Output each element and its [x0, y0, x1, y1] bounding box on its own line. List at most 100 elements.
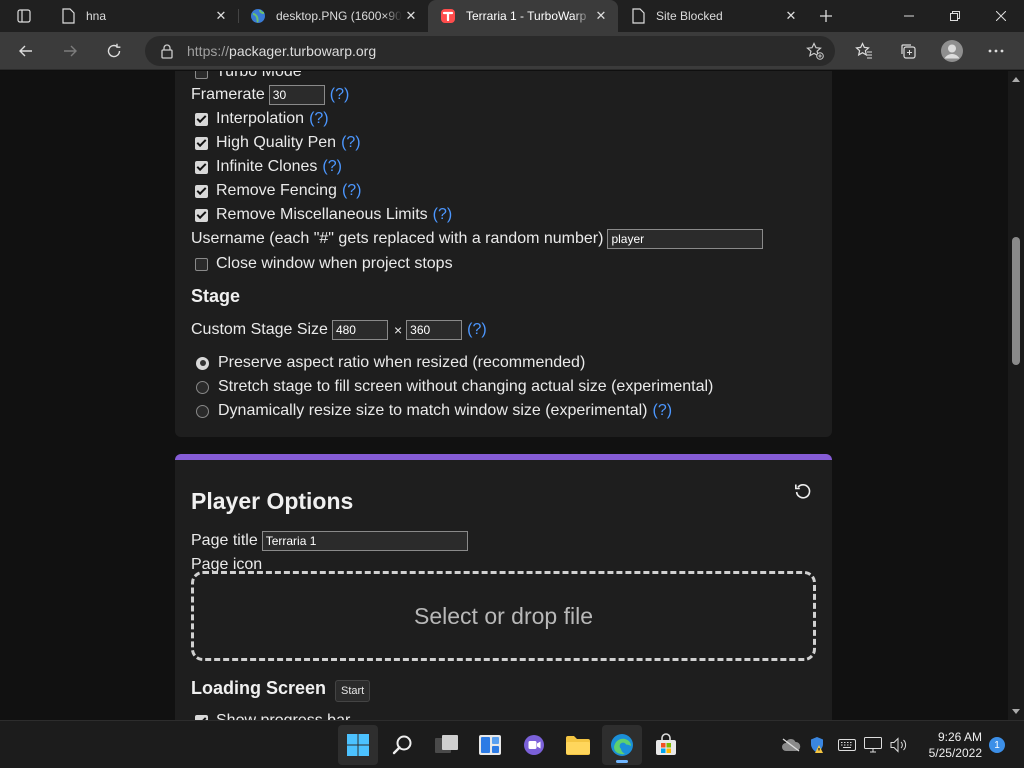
framerate-label: Framerate: [191, 86, 265, 103]
globe-icon: [250, 8, 266, 24]
profile-button[interactable]: [930, 35, 974, 67]
high-quality-pen-checkbox[interactable]: [195, 136, 208, 150]
remove-misc-limits-checkbox[interactable]: [195, 208, 208, 222]
option-label: Remove Miscellaneous Limits: [216, 206, 428, 223]
network-icon[interactable]: [861, 733, 885, 757]
avatar-icon: [941, 40, 963, 62]
settings-menu-button[interactable]: [974, 35, 1018, 67]
tab-hna[interactable]: hna ✕: [48, 0, 238, 32]
framerate-input[interactable]: [268, 85, 325, 105]
page-scrollbar[interactable]: [1008, 71, 1024, 720]
start-tooltip: Start: [335, 680, 371, 702]
help-link[interactable]: (?): [652, 402, 672, 420]
collections-button[interactable]: [886, 35, 930, 67]
file-explorer-button[interactable]: [558, 725, 598, 765]
custom-stage-size-label: Custom Stage Size: [191, 321, 328, 338]
turbo-mode-label: Turbo Mode: [216, 71, 302, 80]
tab-actions-button[interactable]: [0, 0, 48, 32]
close-window-checkbox[interactable]: [195, 257, 208, 271]
tab-site-blocked[interactable]: Site Blocked ✕: [618, 0, 808, 32]
help-link[interactable]: (?): [342, 182, 362, 200]
close-tab-button[interactable]: ✕: [592, 7, 610, 25]
show-progress-row: Show progress bar: [191, 712, 350, 720]
stretch-radio[interactable]: [196, 380, 209, 394]
option-row-remove-fencing: Remove Fencing (?): [191, 182, 362, 200]
tab-actions-icon: [17, 9, 31, 23]
help-link[interactable]: (?): [433, 206, 453, 224]
cloud-offline-icon[interactable]: [779, 733, 803, 757]
start-button[interactable]: [338, 725, 378, 765]
preserve-aspect-radio[interactable]: [196, 356, 209, 370]
reset-button[interactable]: [792, 480, 814, 502]
page-icon-dropzone[interactable]: Select or drop file: [191, 571, 816, 661]
close-icon: [996, 11, 1006, 21]
scroll-up-arrow-icon[interactable]: [1012, 77, 1020, 82]
page-title-input[interactable]: [261, 531, 468, 551]
teams-chat-button[interactable]: [514, 725, 554, 765]
new-tab-button[interactable]: [808, 0, 844, 32]
minimize-button[interactable]: [886, 0, 932, 32]
tab-desktop-png[interactable]: desktop.PNG (1600×900) ✕: [238, 0, 428, 32]
task-view-button[interactable]: [427, 725, 467, 765]
add-favorite-icon[interactable]: [805, 41, 825, 61]
tab-terraria-turbowarp[interactable]: Terraria 1 - TurboWarp ✕: [428, 0, 618, 32]
edge-taskbar-button[interactable]: [602, 725, 642, 765]
keyboard-icon[interactable]: [835, 733, 859, 757]
restore-icon: [950, 11, 960, 21]
close-window-button[interactable]: [978, 0, 1024, 32]
help-link[interactable]: (?): [322, 158, 342, 176]
page-title-row: Page title: [191, 531, 468, 551]
close-tab-button[interactable]: ✕: [782, 7, 800, 25]
plus-icon: [820, 10, 832, 22]
page-icon: [60, 8, 76, 24]
task-view-icon: [435, 735, 458, 753]
close-tab-button[interactable]: ✕: [402, 7, 420, 25]
search-button[interactable]: [383, 725, 423, 765]
custom-stage-size-row: Custom Stage Size × (?): [191, 320, 487, 340]
taskbar-clock[interactable]: 9:26 AM 5/25/2022: [929, 729, 982, 761]
volume-icon[interactable]: [887, 733, 911, 757]
lock-icon[interactable]: [159, 43, 175, 59]
help-link[interactable]: (?): [309, 110, 329, 128]
option-row-infinite-clones: Infinite Clones (?): [191, 158, 342, 176]
scroll-thumb[interactable]: [1012, 237, 1020, 365]
store-button[interactable]: [646, 725, 686, 765]
radio-label: Preserve aspect ratio when resized (reco…: [218, 354, 586, 371]
search-icon: [392, 735, 412, 755]
restore-button[interactable]: [932, 0, 978, 32]
stage-size-help-link[interactable]: (?): [467, 321, 487, 339]
runtime-options-card: Turbo Mode Framerate (?) Interpolation (…: [175, 71, 832, 437]
close-tab-button[interactable]: ✕: [212, 7, 230, 25]
player-options-card: Player Options Page title Page icon Sele…: [175, 454, 832, 720]
remove-fencing-checkbox[interactable]: [195, 184, 208, 198]
address-bar[interactable]: https://packager.turbowarp.org: [145, 36, 835, 66]
framerate-help-link[interactable]: (?): [330, 86, 350, 104]
windows-logo-icon: [347, 734, 369, 756]
interpolation-checkbox[interactable]: [195, 112, 208, 126]
help-link[interactable]: (?): [341, 134, 361, 152]
notification-badge[interactable]: 1: [989, 737, 1005, 753]
username-input[interactable]: [607, 229, 764, 249]
scroll-down-arrow-icon[interactable]: [1012, 709, 1020, 714]
times-sign: ×: [393, 322, 403, 338]
favorites-button[interactable]: [842, 35, 886, 67]
widgets-button[interactable]: [470, 725, 510, 765]
browser-toolbar: https://packager.turbowarp.org: [0, 32, 1024, 70]
tab-strip: hna ✕ desktop.PNG (1600×900) ✕ Terraria …: [0, 0, 1024, 32]
stage-height-input[interactable]: [406, 320, 463, 340]
url-host: packager.turbowarp.org: [229, 43, 377, 59]
stage-width-input[interactable]: [331, 320, 388, 340]
refresh-button[interactable]: [96, 35, 132, 67]
security-warning-icon[interactable]: [805, 733, 829, 757]
tab-title: desktop.PNG (1600×900): [276, 9, 402, 23]
turbo-mode-checkbox[interactable]: [195, 71, 208, 79]
folder-icon: [566, 736, 590, 755]
show-progress-label: Show progress bar: [216, 712, 350, 720]
dynamic-resize-radio[interactable]: [196, 404, 209, 418]
infinite-clones-checkbox[interactable]: [195, 160, 208, 174]
forward-button[interactable]: [52, 35, 88, 67]
back-button[interactable]: [8, 35, 44, 67]
active-indicator: [616, 760, 628, 763]
option-row-interpolation: Interpolation (?): [191, 110, 329, 128]
window-controls: [886, 0, 1024, 32]
